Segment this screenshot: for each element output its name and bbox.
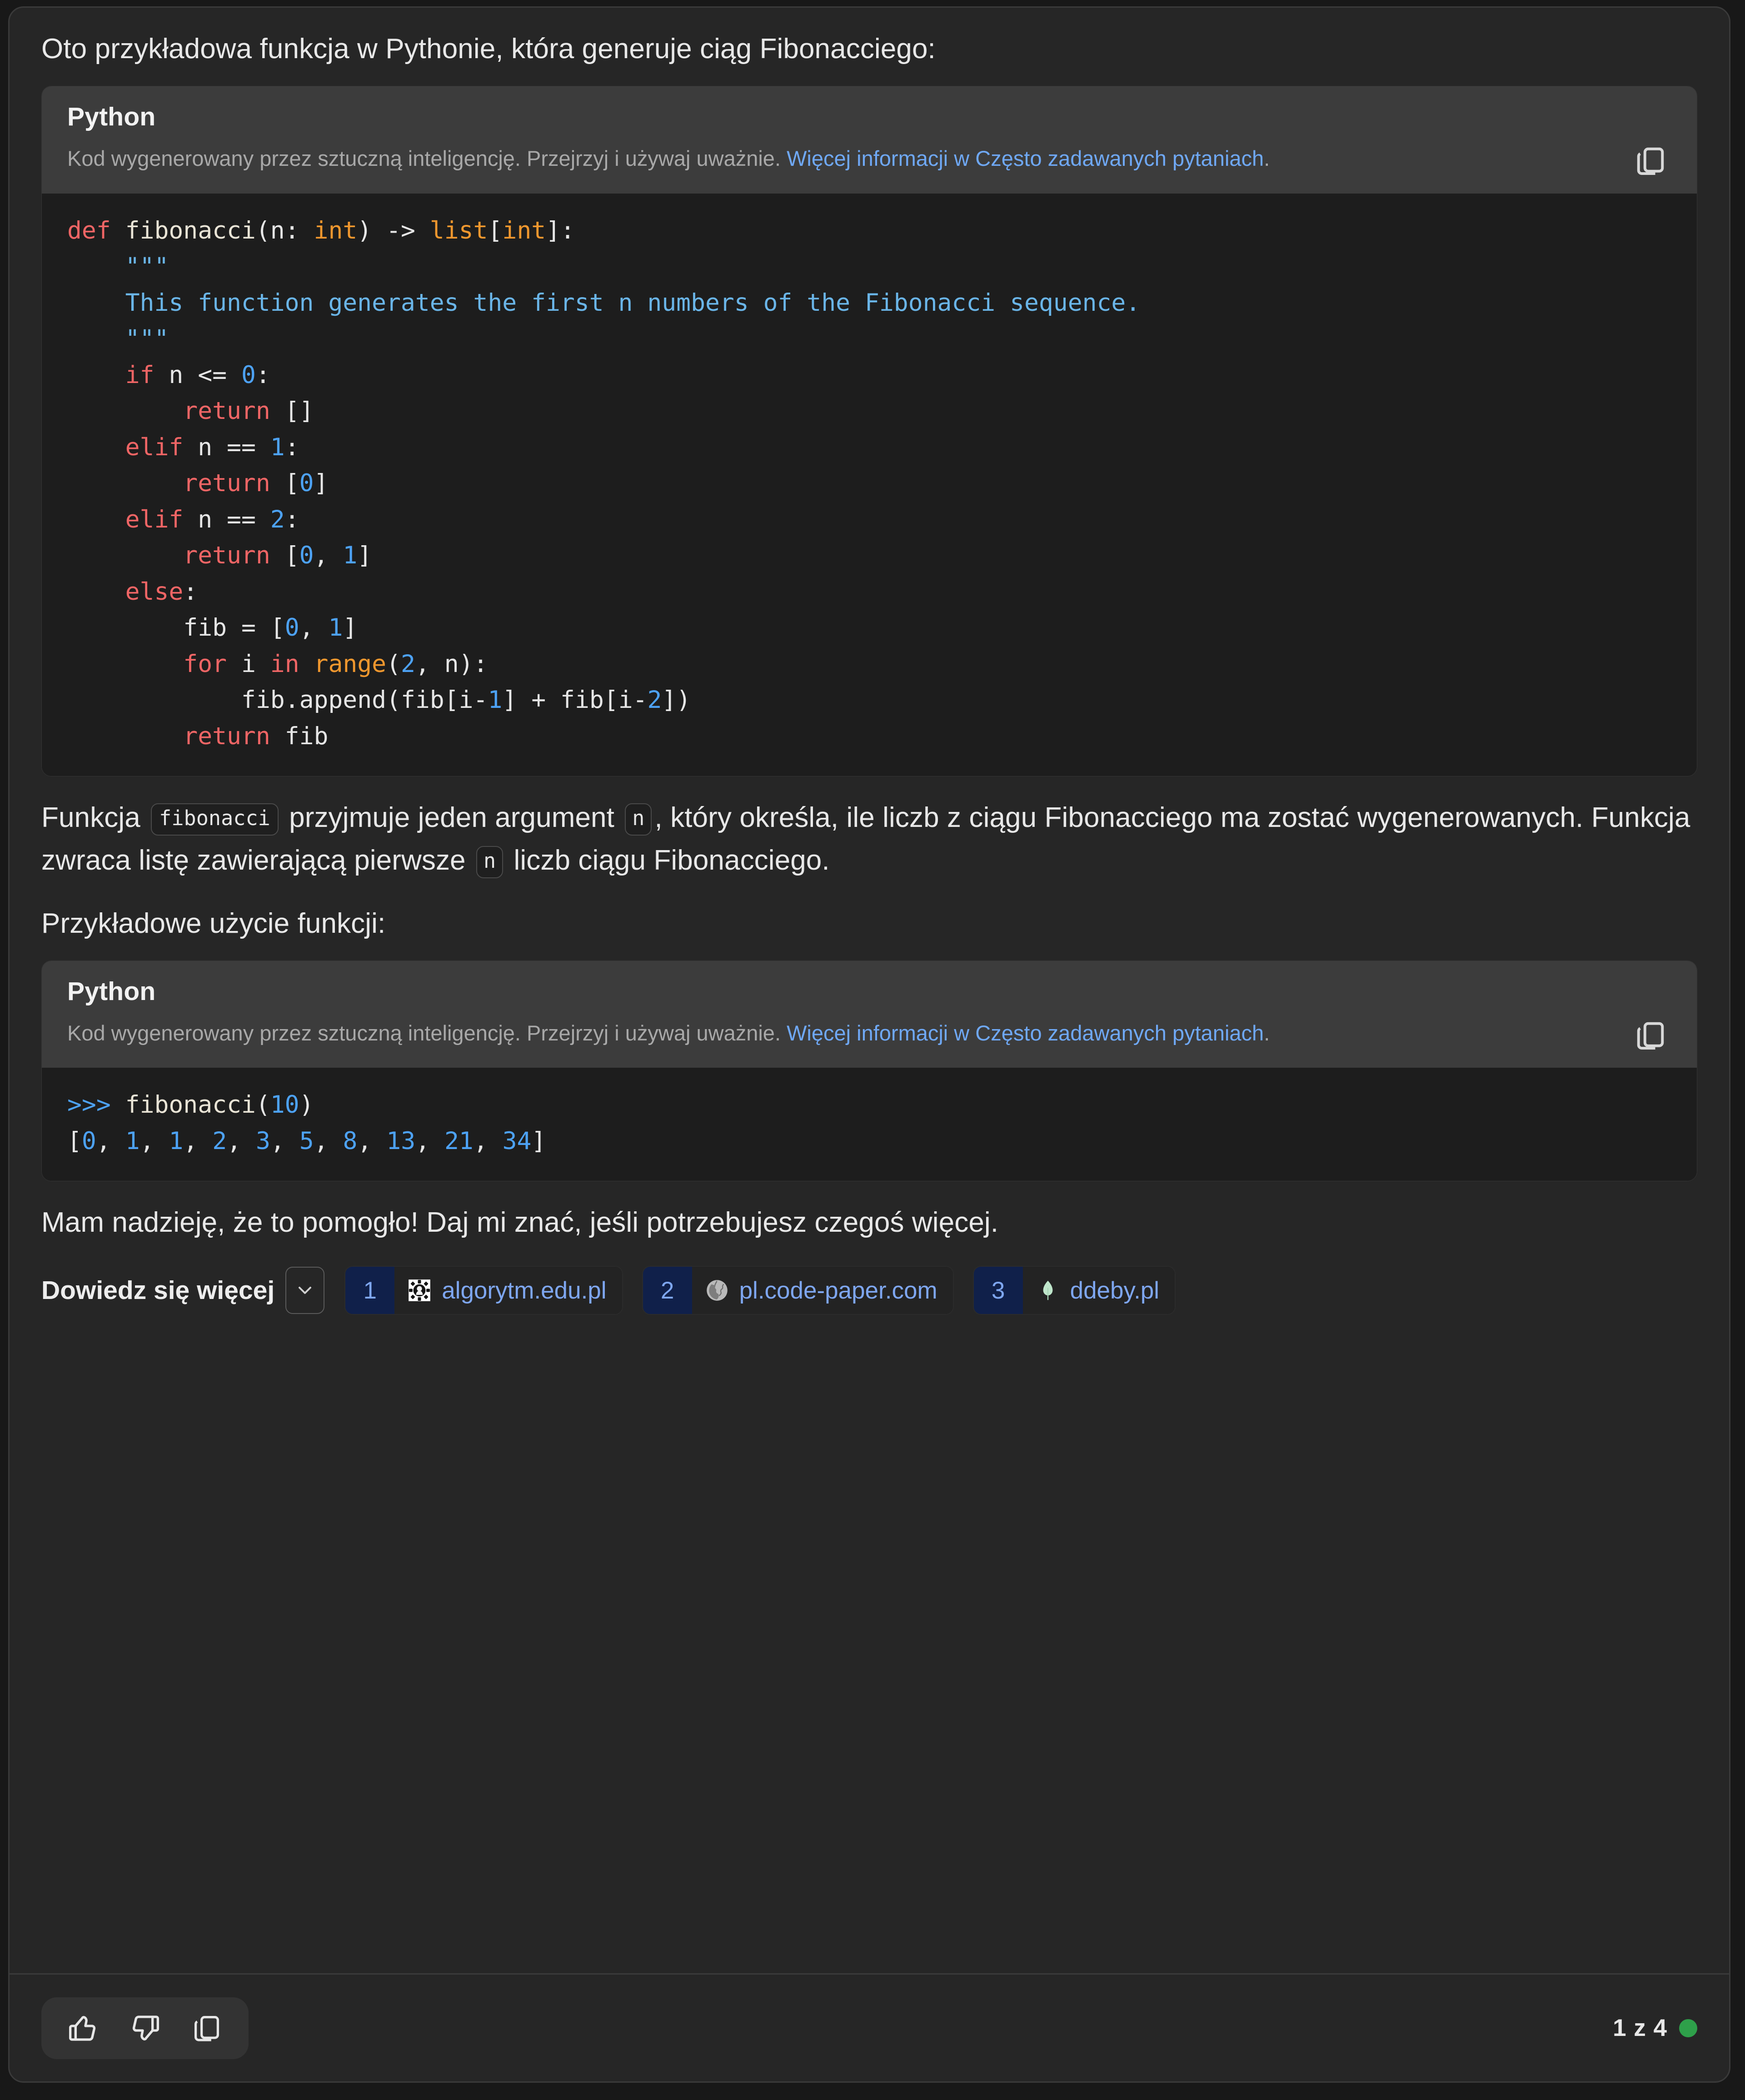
citation-label-3: ddeby.pl: [1070, 1277, 1160, 1304]
copy-code-button-1[interactable]: [1630, 140, 1671, 182]
learn-more-label: Dowiedz się więcej: [41, 1276, 275, 1305]
feedback-toolbar: [41, 1997, 249, 2059]
thumbs-up-button[interactable]: [62, 2007, 104, 2049]
citation-label-2: pl.code-paper.com: [739, 1277, 937, 1304]
answer-pager: 1 z 4: [1613, 2014, 1697, 2042]
page-indicator: 1 z 4: [1613, 2015, 1667, 2041]
citation-chip-3[interactable]: 3 ddeby.pl: [972, 1266, 1176, 1315]
explanation-part-b: przyjmuje jeden argument: [281, 802, 623, 834]
citation-label-1: algorytm.edu.pl: [442, 1277, 607, 1304]
code-block-1-header: Python Kod wygenerowany przez sztuczną i…: [42, 86, 1697, 194]
code-block-1: Python Kod wygenerowany przez sztuczną i…: [41, 86, 1697, 777]
intro-paragraph: Oto przykładowa funkcja w Pythonie, któr…: [41, 33, 936, 65]
inline-code-n-1: n: [625, 803, 652, 836]
code-language-label-2: Python: [67, 976, 156, 1006]
copy-icon: [1631, 142, 1670, 180]
explanation-part-a: Funkcja: [41, 802, 149, 834]
sources-row: Dowiedz się więcej 1 algorytm.edu.pl 2 p…: [41, 1266, 1697, 1315]
citation-number-2: 2: [643, 1267, 692, 1314]
disclaimer-text: Kod wygenerowany przez sztuczną intelige…: [67, 146, 787, 171]
inline-code-n-2: n: [476, 846, 504, 879]
code-disclaimer-2: Kod wygenerowany przez sztuczną intelige…: [67, 1016, 1503, 1050]
thumbs-down-icon: [127, 2010, 163, 2046]
thumbs-up-icon: [65, 2010, 101, 2046]
explanation-paragraph: Funkcja fibonacci przyjmuje jeden argume…: [41, 796, 1697, 882]
code-disclaimer: Kod wygenerowany przez sztuczną intelige…: [67, 142, 1503, 175]
copy-icon: [1631, 1016, 1670, 1055]
copy-answer-button[interactable]: [186, 2007, 228, 2049]
citation-body-3: ddeby.pl: [1022, 1267, 1175, 1314]
citation-body-1: algorytm.edu.pl: [394, 1267, 622, 1314]
copy-icon: [189, 2010, 224, 2046]
faq-link[interactable]: Więcej informacji w Często zadawanych py…: [787, 146, 1264, 170]
answer-content: Oto przykładowa funkcja w Pythonie, któr…: [10, 8, 1729, 1315]
code-block-2-header: Python Kod wygenerowany przez sztuczną i…: [42, 960, 1697, 1068]
globe-favicon-icon: [705, 1278, 729, 1303]
faq-link-2[interactable]: Więcej informacji w Często zadawanych py…: [787, 1021, 1264, 1045]
chevron-down-icon: [294, 1279, 316, 1301]
code-block-1-body[interactable]: def fibonacci(n: int) -> list[int]: """ …: [42, 193, 1697, 776]
citation-chip-2[interactable]: 2 pl.code-paper.com: [642, 1266, 954, 1315]
citation-chip-1[interactable]: 1 algorytm.edu.pl: [344, 1266, 623, 1315]
disclaimer-text-2: Kod wygenerowany przez sztuczną intelige…: [67, 1020, 787, 1045]
inline-code-fibonacci: fibonacci: [151, 803, 279, 836]
code-block-2: Python Kod wygenerowany przez sztuczną i…: [41, 960, 1697, 1182]
gear-favicon-icon: [407, 1278, 432, 1303]
citation-number-3: 3: [973, 1267, 1023, 1314]
expand-sources-button[interactable]: [285, 1267, 325, 1314]
code-block-2-body[interactable]: >>> fibonacci(10) [0, 1, 1, 2, 3, 5, 8, …: [42, 1068, 1697, 1181]
answer-card: Oto przykładowa funkcja w Pythonie, któr…: [8, 6, 1730, 2083]
explanation-part-d: liczb ciągu Fibonacciego.: [506, 845, 830, 876]
copy-code-button-2[interactable]: [1630, 1015, 1671, 1056]
disclaimer-period: .: [1264, 146, 1270, 171]
leaf-favicon-icon: [1036, 1278, 1060, 1303]
closing-paragraph: Mam nadzieję, że to pomogło! Daj mi znać…: [41, 1207, 999, 1239]
disclaimer-period-2: .: [1264, 1020, 1270, 1045]
status-dot: [1679, 2019, 1697, 2037]
answer-footer: 1 z 4: [10, 1975, 1729, 2081]
citation-body-2: pl.code-paper.com: [692, 1267, 953, 1314]
thumbs-down-button[interactable]: [124, 2007, 166, 2049]
usage-heading-paragraph: Przykładowe użycie funkcji:: [41, 907, 386, 939]
citation-number-1: 1: [345, 1267, 395, 1314]
code-language-label: Python: [67, 102, 156, 132]
